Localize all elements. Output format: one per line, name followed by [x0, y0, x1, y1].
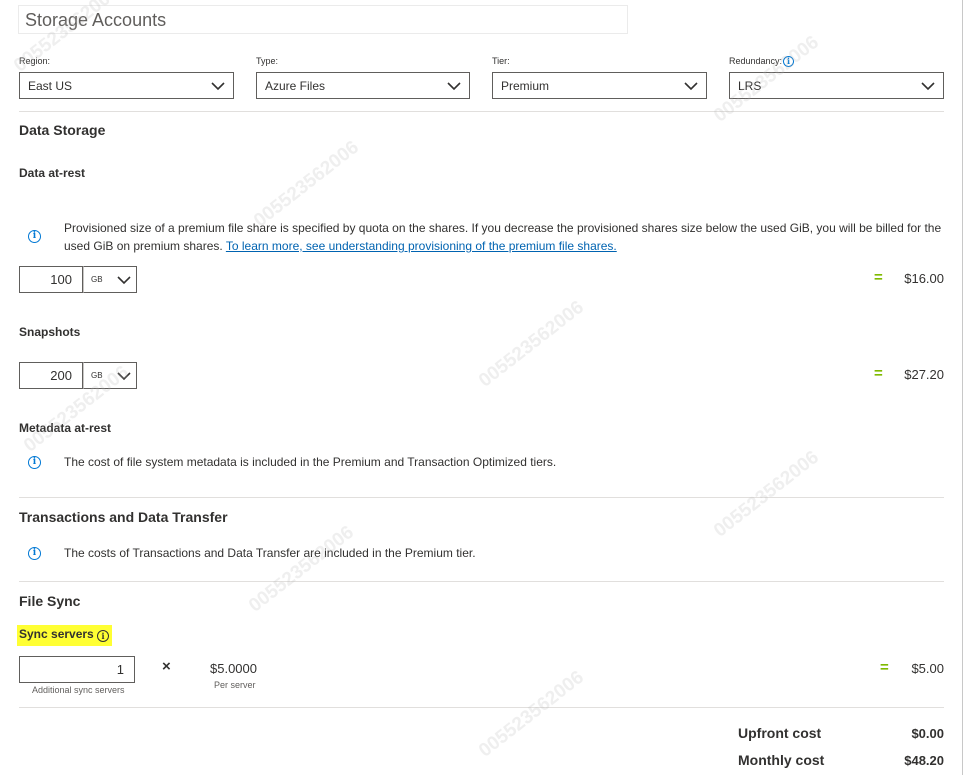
watermark: 005523562006 — [245, 521, 358, 617]
transactions-info: The costs of Transactions and Data Trans… — [64, 546, 476, 560]
monthly-cost-value: $48.20 — [904, 753, 944, 768]
panel-right-border — [962, 0, 963, 775]
upfront-cost-label: Upfront cost — [738, 725, 822, 741]
snapshots-unit-select[interactable]: GB — [83, 362, 137, 389]
watermark: 005523562006 — [475, 666, 588, 762]
unit-price-caption: Per server — [214, 680, 256, 690]
region-select[interactable]: East US — [19, 72, 234, 99]
metadata-title: Metadata at-rest — [19, 421, 112, 435]
divider — [19, 581, 944, 582]
sync-servers-info-icon[interactable]: i — [97, 630, 110, 642]
watermark: 005523562006 — [475, 296, 588, 392]
region-label: Region: — [19, 56, 51, 66]
redundancy-select[interactable]: LRS — [729, 72, 944, 99]
file-sync-title: File Sync — [19, 593, 81, 609]
chevron-down-icon — [684, 81, 698, 91]
sync-servers-price: $5.00 — [911, 661, 944, 676]
metadata-info: The cost of file system metadata is incl… — [64, 455, 557, 469]
unit-label: GB — [91, 371, 103, 380]
sync-servers-caption: Additional sync servers — [32, 685, 125, 695]
data-at-rest-quantity-input[interactable]: 100 — [19, 266, 83, 293]
chevron-down-icon — [211, 81, 225, 91]
type-select[interactable]: Azure Files — [256, 72, 470, 99]
sync-servers-label: Sync servers i — [17, 625, 113, 646]
upfront-cost-value: $0.00 — [911, 726, 944, 741]
type-label: Type: — [256, 56, 279, 66]
equals-sign: = — [874, 269, 883, 286]
tier-label: Tier: — [492, 56, 510, 66]
sync-server-unit-price: $5.0000 — [210, 661, 257, 676]
page-title[interactable]: Storage Accounts — [18, 5, 628, 34]
chevron-down-icon — [921, 81, 935, 91]
region-value: East US — [28, 78, 73, 93]
type-value: Azure Files — [265, 78, 326, 93]
equals-sign: = — [874, 365, 883, 382]
divider — [19, 497, 944, 498]
transactions-title: Transactions and Data Transfer — [19, 509, 228, 525]
tier-value: Premium — [501, 78, 550, 93]
divider — [19, 707, 944, 708]
chevron-down-icon — [116, 371, 131, 381]
divider — [19, 111, 944, 112]
snapshots-title: Snapshots — [19, 325, 81, 339]
info-icon: i — [28, 230, 41, 243]
data-at-rest-title: Data at-rest — [19, 166, 86, 180]
snapshots-quantity-input[interactable]: 200 — [19, 362, 83, 389]
data-at-rest-unit-select[interactable]: GB — [83, 266, 137, 293]
snapshots-price: $27.20 — [904, 367, 944, 382]
redundancy-value: LRS — [738, 78, 762, 93]
chevron-down-icon — [447, 81, 461, 91]
redundancy-label: Redundancy: — [729, 56, 783, 66]
redundancy-info-icon[interactable]: i — [783, 56, 794, 67]
data-at-rest-info: Provisioned size of a premium file share… — [64, 221, 942, 253]
monthly-cost-label: Monthly cost — [738, 752, 825, 768]
tier-select[interactable]: Premium — [492, 72, 707, 99]
info-icon: i — [28, 456, 41, 469]
sync-servers-quantity-input[interactable]: 1 — [19, 656, 135, 683]
data-storage-title: Data Storage — [19, 122, 106, 138]
info-icon: i — [28, 547, 41, 560]
data-at-rest-price: $16.00 — [904, 271, 944, 286]
provisioning-learn-more-link[interactable]: To learn more, see understanding provisi… — [226, 239, 617, 253]
multiply-sign: × — [162, 658, 171, 675]
unit-label: GB — [91, 275, 103, 284]
chevron-down-icon — [116, 275, 131, 285]
